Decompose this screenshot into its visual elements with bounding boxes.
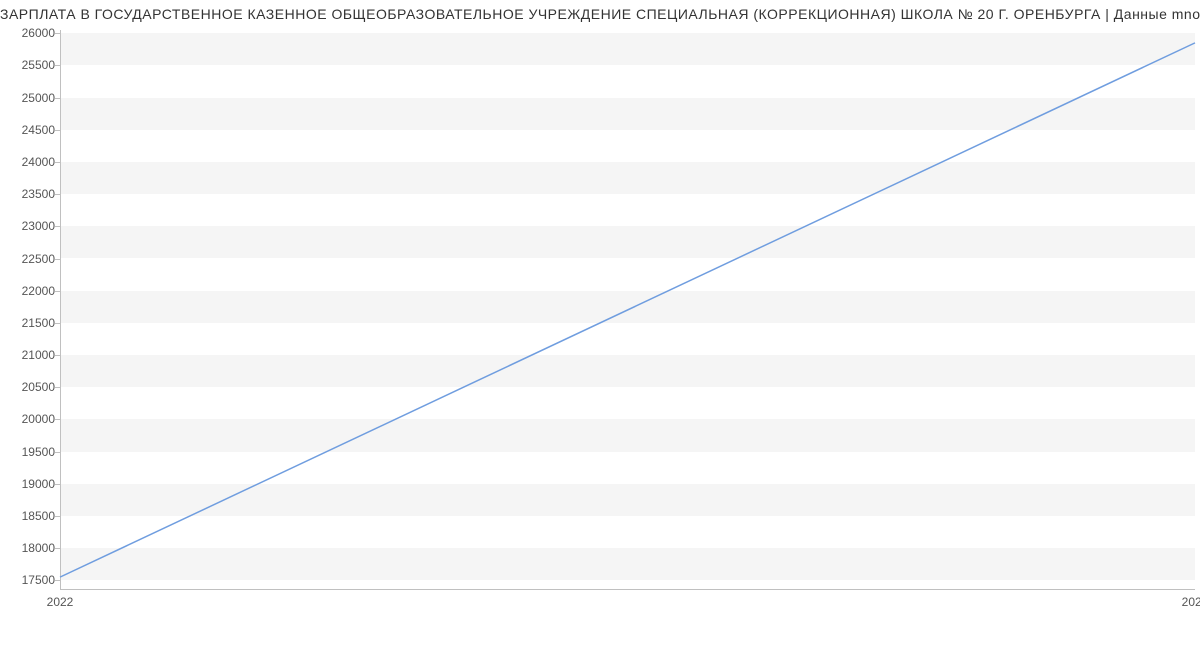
y-tick-mark — [55, 259, 60, 260]
y-tick-mark — [55, 130, 60, 131]
y-tick-mark — [55, 162, 60, 163]
x-tick-label: 2025 — [1182, 595, 1200, 609]
y-tick-mark — [55, 452, 60, 453]
series-line — [60, 43, 1195, 577]
y-tick-label: 19500 — [5, 445, 55, 459]
y-tick-label: 20500 — [5, 380, 55, 394]
chart-title: ЗАРПЛАТА В ГОСУДАРСТВЕННОЕ КАЗЕННОЕ ОБЩЕ… — [0, 6, 1200, 22]
y-tick-mark — [55, 355, 60, 356]
y-tick-mark — [55, 580, 60, 581]
y-tick-label: 23000 — [5, 219, 55, 233]
y-tick-mark — [55, 516, 60, 517]
y-tick-label: 24000 — [5, 155, 55, 169]
y-tick-mark — [55, 387, 60, 388]
y-tick-label: 21000 — [5, 348, 55, 362]
y-tick-label: 24500 — [5, 123, 55, 137]
y-tick-label: 23500 — [5, 187, 55, 201]
y-tick-mark — [55, 291, 60, 292]
y-tick-label: 21500 — [5, 316, 55, 330]
y-tick-label: 22500 — [5, 252, 55, 266]
y-tick-mark — [55, 323, 60, 324]
y-tick-mark — [55, 65, 60, 66]
y-tick-label: 25500 — [5, 58, 55, 72]
chart-container: ЗАРПЛАТА В ГОСУДАРСТВЕННОЕ КАЗЕННОЕ ОБЩЕ… — [0, 0, 1200, 650]
y-tick-mark — [55, 419, 60, 420]
y-tick-label: 18500 — [5, 509, 55, 523]
y-tick-label: 18000 — [5, 541, 55, 555]
line-series — [60, 30, 1195, 590]
y-tick-mark — [55, 194, 60, 195]
plot-area — [60, 30, 1195, 590]
y-tick-label: 19000 — [5, 477, 55, 491]
y-tick-label: 20000 — [5, 412, 55, 426]
y-tick-mark — [55, 484, 60, 485]
y-tick-label: 22000 — [5, 284, 55, 298]
y-tick-mark — [55, 548, 60, 549]
y-tick-mark — [55, 33, 60, 34]
y-tick-mark — [55, 226, 60, 227]
y-tick-label: 25000 — [5, 91, 55, 105]
y-tick-mark — [55, 98, 60, 99]
y-tick-label: 26000 — [5, 26, 55, 40]
x-tick-label: 2022 — [47, 595, 74, 609]
y-tick-label: 17500 — [5, 573, 55, 587]
